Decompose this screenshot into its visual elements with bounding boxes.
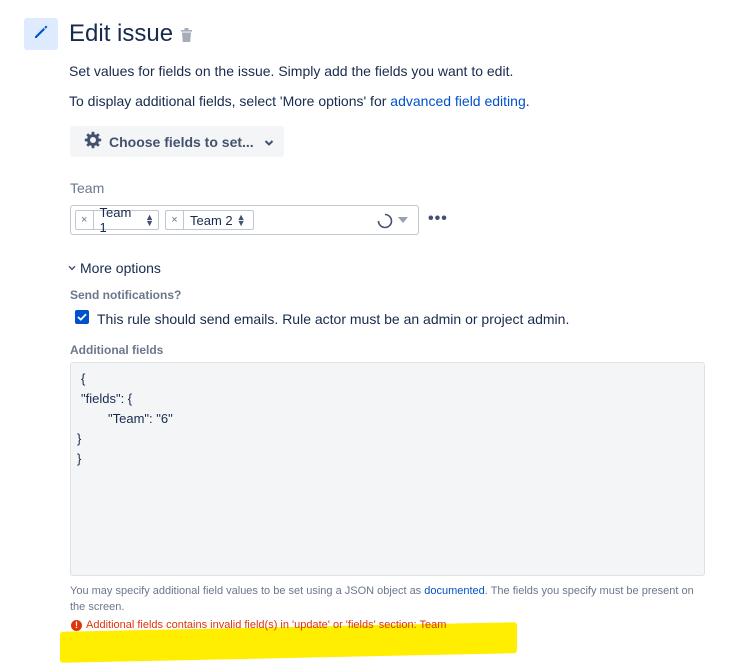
team-field-label: Team [70, 180, 105, 196]
additional-fields-help: You may specify additional field values … [70, 583, 700, 615]
error-message: Additional fields contains invalid field… [86, 619, 447, 631]
send-notifications-label: Send notifications? [70, 288, 182, 302]
send-emails-checkbox-label: This rule should send emails. Rule actor… [97, 311, 570, 327]
choose-fields-label: Choose fields to set... [109, 133, 254, 150]
json-line: { [81, 371, 86, 386]
chevron-down-icon [264, 134, 274, 150]
choose-fields-button[interactable]: Choose fields to set... [70, 126, 284, 157]
gear-icon [84, 131, 102, 152]
more-options-toggle[interactable]: More options [68, 260, 161, 276]
documented-link[interactable]: documented [424, 585, 485, 597]
description-line-2: To display additional fields, select 'Mo… [69, 92, 530, 110]
page-title-row: Edit issue [69, 18, 193, 50]
description-line-1: Set values for fields on the issue. Simp… [69, 63, 514, 79]
team-tag-label: Team 2 [190, 212, 233, 228]
edit-issue-icon-tile [24, 18, 58, 50]
description-line-2-suffix: . [525, 93, 530, 109]
sort-icon[interactable]: ▲ ▼ [237, 213, 246, 228]
advanced-field-editing-link[interactable]: advanced field editing [390, 93, 525, 109]
sort-icon[interactable]: ▲ ▼ [145, 213, 154, 228]
json-line: "Team": "6" [108, 411, 173, 426]
json-line: } [77, 431, 82, 446]
chevron-down-icon [68, 263, 76, 273]
loading-spinner-icon [377, 213, 393, 229]
page-title: Edit issue [69, 20, 174, 47]
remove-tag-icon[interactable]: × [166, 211, 184, 229]
error-icon: ! [71, 619, 82, 631]
help-text: You may specify additional field values … [70, 585, 425, 597]
dropdown-arrow-icon[interactable] [398, 217, 408, 223]
team-select[interactable]: × Team 1 ▲ ▼ × Team 2 ▲ ▼ [70, 205, 419, 235]
team-tag: × Team 2 ▲ ▼ [165, 210, 254, 230]
team-tag-label: Team 1 [99, 205, 132, 235]
remove-tag-icon[interactable]: × [76, 211, 94, 229]
additional-fields-textarea[interactable]: { "fields": { "Team": "6" } } [70, 362, 705, 576]
pencil-icon [32, 23, 50, 46]
additional-fields-error: ! Additional fields contains invalid fie… [71, 619, 446, 631]
team-tag: × Team 1 ▲ ▼ [75, 205, 159, 235]
trash-icon[interactable] [181, 28, 193, 42]
json-line: } [77, 451, 82, 466]
description-line-2-text: To display additional fields, select 'Mo… [69, 93, 391, 109]
json-line: "fields": { [81, 391, 133, 406]
more-options-label: More options [80, 260, 161, 276]
additional-fields-label: Additional fields [70, 343, 164, 357]
more-horizontal-icon[interactable]: ••• [428, 210, 448, 228]
send-emails-checkbox[interactable] [75, 310, 89, 324]
